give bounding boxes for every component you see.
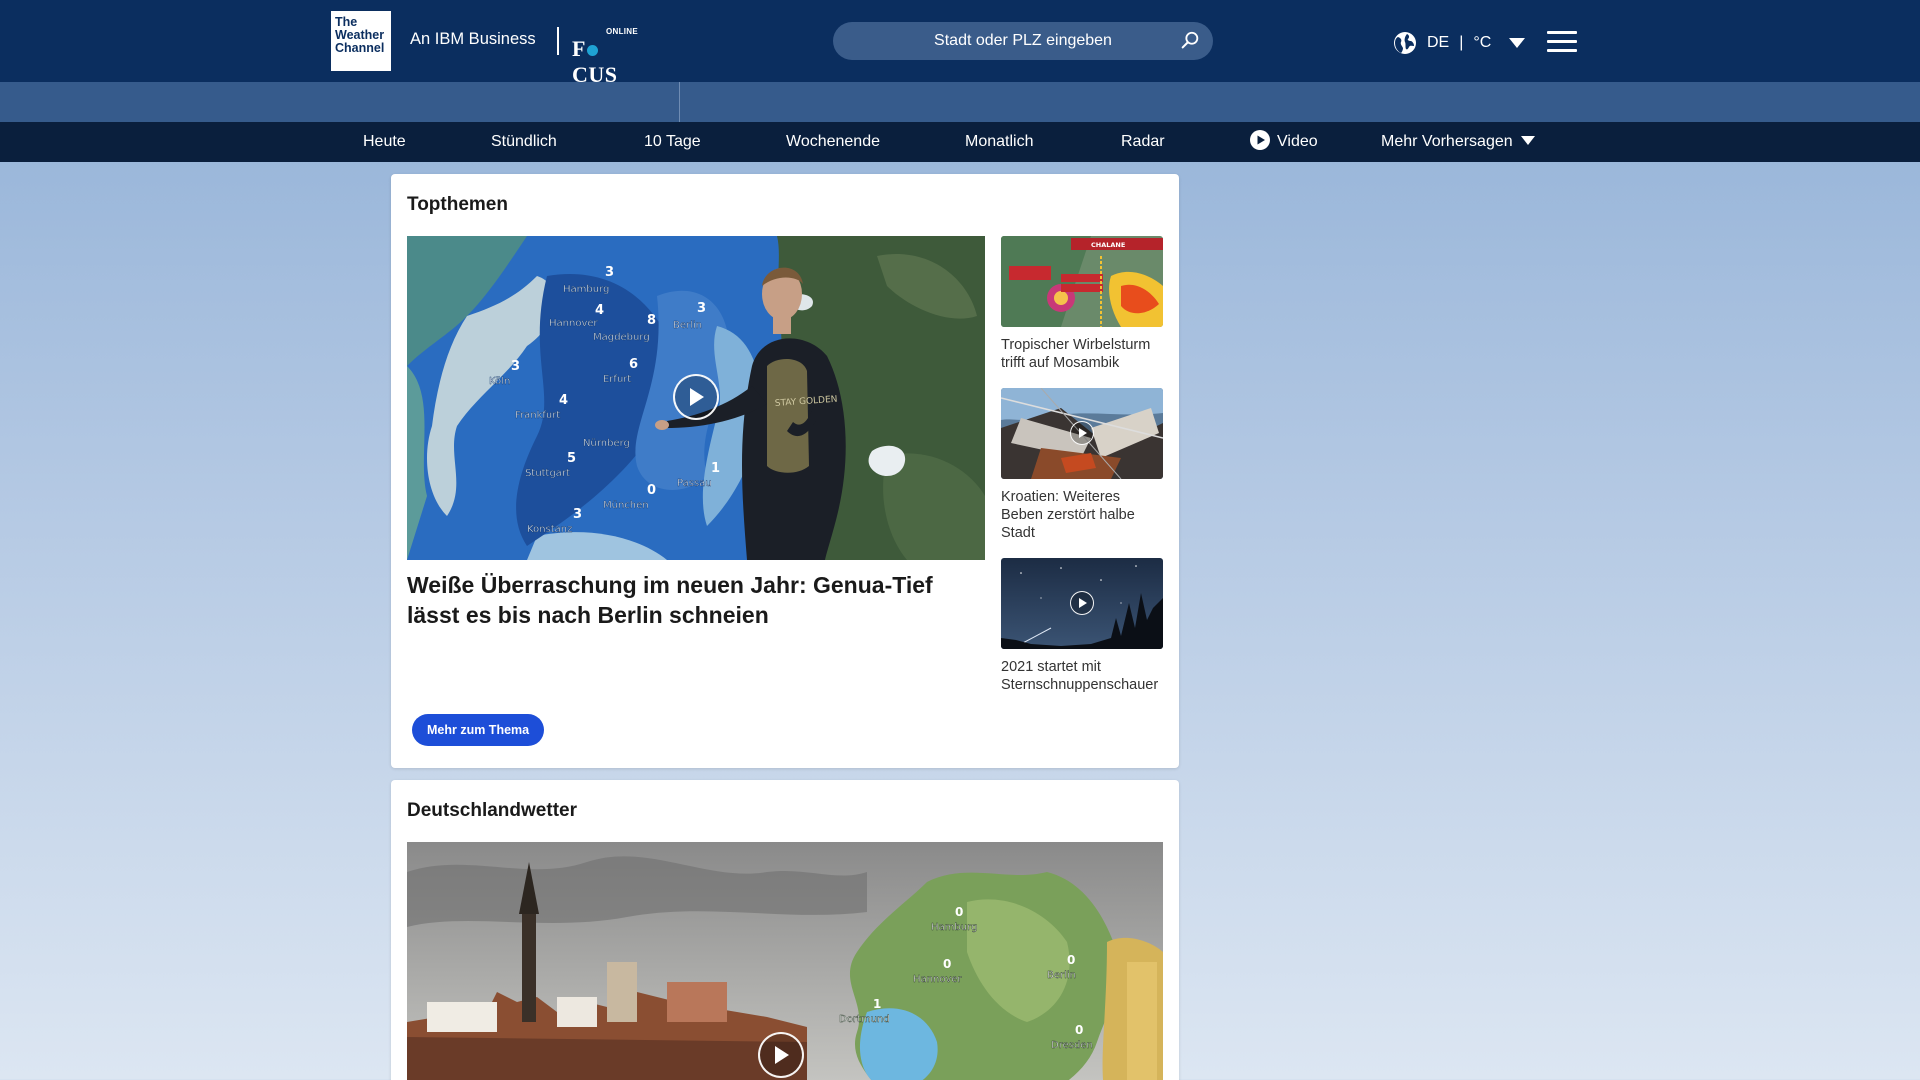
side-story-caption[interactable]: 2021 startet mit Sternschnuppenschauer [1001, 658, 1163, 694]
map-city-label: Dresden [1051, 1040, 1093, 1051]
search-placeholder: Stadt oder PLZ eingeben [934, 32, 1112, 49]
play-icon [690, 388, 704, 406]
map-city-label: Dortmund [839, 1014, 890, 1025]
map-value-label: 0 [647, 483, 656, 498]
map-city-label: Hamburg [931, 922, 977, 933]
focus-online-logo[interactable]: ONLINE FCUS [572, 24, 640, 87]
weather-channel-logo[interactable]: The Weather Channel [331, 11, 391, 71]
play-icon [1078, 598, 1087, 608]
search-input[interactable]: Stadt oder PLZ eingeben [833, 22, 1213, 60]
nav-item-wochenende[interactable]: Wochenende [786, 122, 880, 162]
map-value-label: 4 [559, 393, 568, 408]
partner-divider [557, 27, 559, 55]
nav-item-mehr-vorhersagen[interactable]: Mehr Vorhersagen [1381, 122, 1535, 162]
nav-item-10-tage[interactable]: 10 Tage [644, 122, 701, 162]
section-title: Topthemen [407, 194, 508, 215]
map-city-label: Stuttgart [525, 468, 570, 479]
map-city-label: Nürnberg [583, 438, 630, 449]
ibm-business-label: An IBM Business [410, 30, 536, 48]
map-city-label: Köln [489, 376, 510, 387]
chevron-down-icon[interactable] [1509, 38, 1526, 48]
play-button[interactable] [1070, 421, 1094, 445]
play-icon [1078, 428, 1087, 438]
map-value-label: 3 [605, 265, 614, 280]
side-story-thumbnail[interactable] [1001, 388, 1163, 479]
map-city-label: Hamburg [563, 284, 609, 295]
globe-icon [1394, 32, 1416, 54]
play-button[interactable] [1070, 591, 1094, 615]
language-label: DE [1427, 34, 1450, 51]
main-nav: Heute Stündlich 10 Tage Wochenende Monat… [0, 122, 1920, 162]
main-video-thumbnail[interactable]: Hamburg Hannover Magdeburg Berlin Köln E… [407, 236, 985, 560]
map-value-label: 3 [697, 301, 706, 316]
top-header: The Weather Channel An IBM Business ONLI… [0, 0, 1920, 87]
side-story-caption[interactable]: Kroatien: Weiteres Beben zerstört halbe … [1001, 488, 1163, 542]
map-city-label: München [603, 500, 649, 511]
main-headline-link[interactable]: Weiße Überraschung im neuen Jahr: Genua-… [407, 570, 987, 630]
more-on-topic-button[interactable]: Mehr zum Thema [412, 714, 545, 746]
map-value-label: 0 [955, 905, 963, 919]
cyclone-badge: CHALANE [1091, 241, 1125, 249]
chevron-down-icon [1520, 136, 1535, 146]
nav-item-monatlich[interactable]: Monatlich [965, 122, 1033, 162]
germany-weather-card: Deutschlandwetter Hamburg Hannover Berli… [391, 780, 1179, 1080]
locale-selector[interactable]: DE | °C [1393, 31, 1526, 55]
map-value-label: 1 [711, 461, 720, 476]
play-icon [775, 1046, 789, 1064]
map-city-label: Passau [677, 478, 712, 489]
focus-dot-icon [586, 45, 598, 57]
focus-word-start: F [572, 36, 586, 61]
play-button[interactable] [673, 374, 719, 420]
map-city-label: Erfurt [603, 374, 631, 385]
section-title: Deutschlandwetter [407, 800, 577, 821]
side-story-thumbnail[interactable]: CHALANE [1001, 236, 1163, 327]
menu-icon[interactable] [1547, 31, 1577, 53]
unit-label: °C [1473, 34, 1492, 51]
top-stories-card: Topthemen Hamburg Hannover Magdeburg Ber… [391, 174, 1179, 768]
play-circle-icon [1250, 130, 1270, 151]
side-story-1[interactable]: CHALANE Tropischer Wirbelsturm trifft au… [1001, 236, 1163, 372]
map-city-label: Frankfurt [515, 410, 560, 421]
nav-item-video[interactable]: Video [1250, 122, 1318, 162]
side-story-thumbnail[interactable] [1001, 558, 1163, 649]
map-value-label: 4 [595, 303, 604, 318]
side-story-caption[interactable]: Tropischer Wirbelsturm trifft auf Mosamb… [1001, 336, 1163, 372]
germany-weather-video-thumbnail[interactable]: Hamburg Hannover Berlin Dortmund Dresden… [407, 842, 1163, 1080]
logo-line-3: Channel [335, 41, 385, 55]
side-story-2[interactable]: Kroatien: Weiteres Beben zerstört halbe … [1001, 388, 1163, 542]
map-value-label: 1 [873, 997, 881, 1011]
map-city-label: Hannover [549, 318, 599, 329]
map-value-label: 0 [943, 957, 951, 971]
locale-separator: | [1459, 34, 1464, 51]
map-city-label: Berlin [673, 320, 702, 331]
map-city-label: Konstanz [527, 524, 572, 535]
map-value-label: 3 [573, 507, 582, 522]
map-value-label: 3 [511, 359, 520, 374]
map-city-label: Hannover [913, 974, 963, 985]
cyclone-map-image: CHALANE [1001, 236, 1163, 327]
nav-item-stuendlich[interactable]: Stündlich [491, 122, 557, 162]
secondary-band [0, 82, 1920, 122]
side-story-3[interactable]: 2021 startet mit Sternschnuppenschauer [1001, 558, 1163, 694]
secondary-band-divider [679, 82, 680, 122]
nav-item-heute[interactable]: Heute [363, 122, 406, 162]
map-value-label: 6 [629, 357, 638, 372]
nav-item-radar[interactable]: Radar [1121, 122, 1165, 162]
map-value-label: 0 [1075, 1023, 1083, 1037]
search-icon[interactable] [1179, 30, 1201, 52]
nav-video-label: Video [1277, 133, 1318, 150]
play-button[interactable] [758, 1032, 804, 1078]
map-value-label: 5 [567, 451, 576, 466]
focus-online-small-text: ONLINE [605, 27, 638, 36]
map-value-label: 8 [647, 313, 656, 328]
map-city-label: Magdeburg [593, 332, 650, 343]
map-city-label: Berlin [1047, 970, 1076, 981]
nav-more-label: Mehr Vorhersagen [1381, 133, 1513, 150]
focus-word: FCUS [572, 36, 640, 88]
map-value-label: 0 [1067, 953, 1075, 967]
